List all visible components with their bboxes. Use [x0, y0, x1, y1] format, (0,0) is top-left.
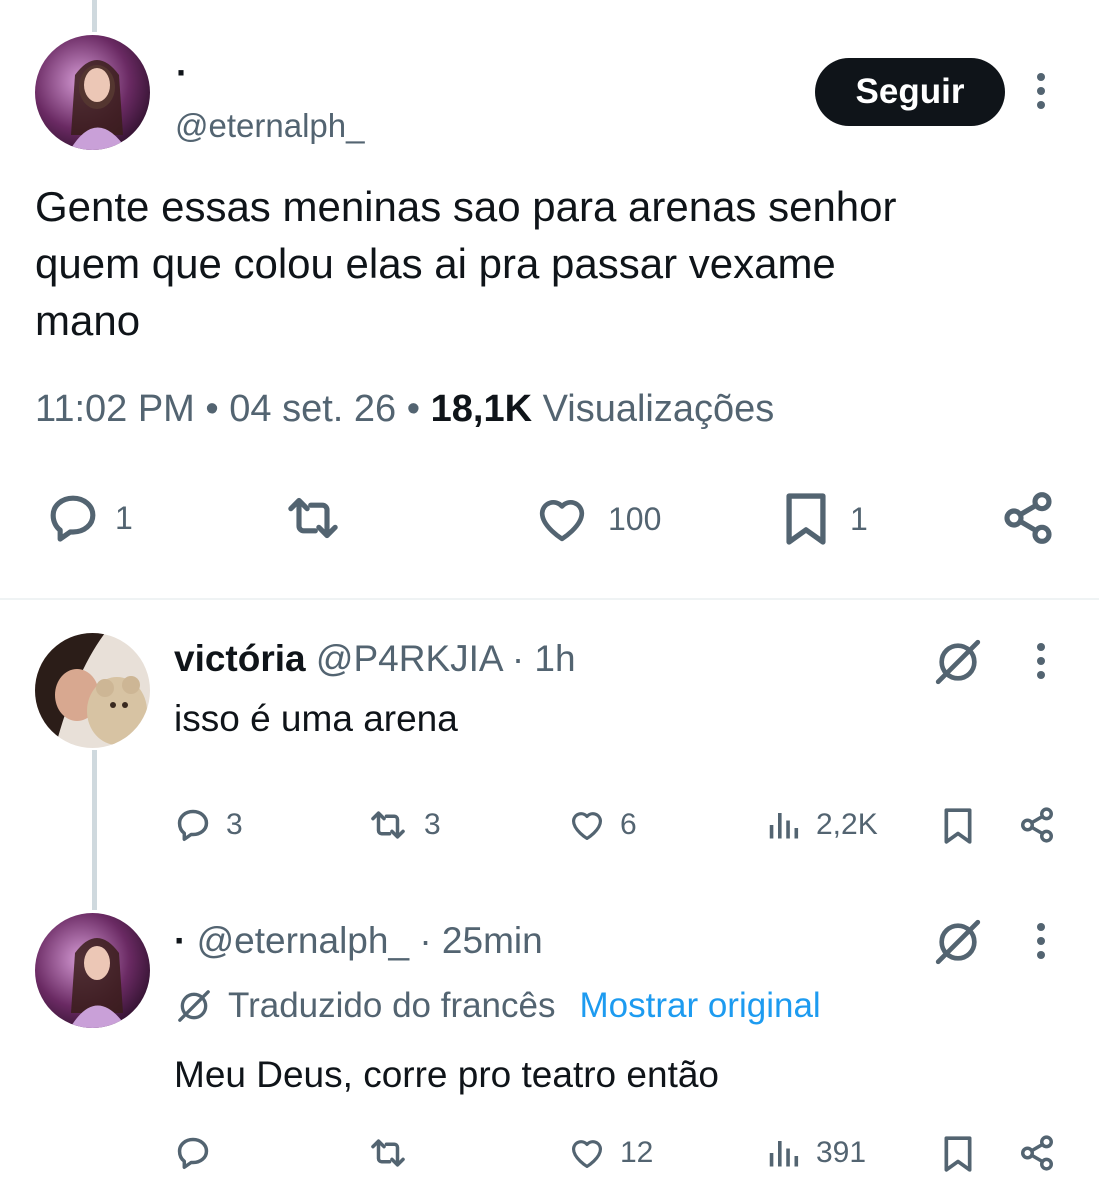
views-button[interactable]: 391 [766, 1134, 866, 1172]
translation-row: Traduzido do francês Mostrar original [174, 986, 821, 1026]
reply-time[interactable]: · 1h [512, 638, 576, 679]
tweet-meta: 11:02 PM • 04 set. 26 • 18,1K Visualizaç… [35, 388, 774, 431]
share-icon [1021, 1135, 1053, 1171]
reply-button[interactable] [174, 1134, 212, 1172]
retweet-icon [371, 811, 405, 839]
retweet-button[interactable] [368, 1134, 408, 1172]
show-original-link[interactable]: Mostrar original [580, 986, 821, 1026]
bookmark-icon [944, 808, 972, 844]
translate-icon [178, 990, 210, 1022]
views-count: 391 [816, 1136, 867, 1169]
views-count: 2,2K [816, 808, 878, 841]
bookmark-button[interactable]: 1 [780, 490, 868, 548]
reply-handle[interactable]: @eternalph_ [197, 920, 409, 961]
tweet-text-line: mano [35, 297, 141, 344]
reply-icon [177, 809, 209, 841]
avatar[interactable] [35, 913, 150, 1028]
reply-icon [177, 1137, 209, 1169]
bookmark-icon [786, 493, 826, 545]
reply-display-name[interactable]: victória [174, 638, 306, 679]
reply-header: victória @P4RKJIA · 1h [174, 638, 576, 680]
reply-time[interactable]: · 25min [419, 920, 542, 961]
retweet-icon [288, 497, 338, 539]
more-icon[interactable] [1031, 922, 1051, 967]
reply-button[interactable]: 1 [45, 490, 133, 546]
reply-display-name[interactable]: · [174, 920, 186, 961]
views-icon [769, 1141, 799, 1167]
reply-button[interactable]: 3 [174, 806, 243, 844]
reply-icon [50, 495, 96, 542]
more-icon[interactable] [1031, 642, 1051, 687]
meta-separator: • [205, 388, 219, 430]
reply-header: · @eternalph_ · 25min [174, 920, 543, 962]
share-button[interactable] [1000, 490, 1056, 546]
like-count: 100 [608, 500, 662, 537]
views-label[interactable]: Visualizações [543, 388, 775, 430]
share-button[interactable] [1018, 1134, 1056, 1172]
reply-count: 3 [226, 808, 243, 841]
views-count: 18,1K [430, 388, 533, 430]
more-icon[interactable] [1031, 72, 1051, 117]
bookmark-button[interactable] [941, 806, 975, 846]
reply-handle[interactable]: @P4RKJIA [316, 638, 502, 679]
tweet-text-line: quem que colou elas ai pra passar vexame [35, 240, 836, 287]
avatar[interactable] [35, 35, 150, 150]
bookmark-button[interactable] [941, 1134, 975, 1174]
tweet-time[interactable]: 11:02 PM [35, 388, 195, 430]
retweet-icon [371, 1139, 405, 1167]
thread-line-reply [92, 750, 97, 910]
grok-icon[interactable] [930, 634, 986, 695]
grok-icon[interactable] [930, 914, 986, 975]
retweet-button[interactable]: 3 [368, 806, 441, 844]
like-icon [571, 1140, 603, 1169]
display-name[interactable]: · [176, 52, 188, 94]
tweet-text: Gente essas meninas sao para arenas senh… [35, 178, 897, 349]
divider [0, 598, 1099, 600]
translated-label: Traduzido do francês [228, 986, 556, 1025]
reply-text: Meu Deus, corre pro teatro então [174, 1054, 720, 1095]
meta-separator: • [406, 388, 421, 430]
reply-text: isso é uma arena [174, 698, 458, 739]
tweet-date[interactable]: 04 set. 26 [229, 388, 396, 430]
like-icon [539, 500, 585, 542]
views-button[interactable]: 2,2K [766, 806, 878, 844]
handle[interactable]: @eternalph_ [175, 107, 364, 145]
avatar[interactable] [35, 633, 150, 748]
views-icon [769, 813, 799, 839]
thread-line-top [92, 0, 97, 32]
like-button[interactable]: 6 [566, 806, 637, 844]
tweet-text-line: Gente essas meninas sao para arenas senh… [35, 183, 897, 230]
share-icon [1021, 807, 1053, 843]
like-button[interactable]: 12 [566, 1134, 653, 1172]
retweet-count: 3 [424, 808, 441, 841]
like-count: 12 [620, 1136, 654, 1169]
retweet-button[interactable] [284, 490, 342, 546]
bookmark-count: 1 [850, 500, 868, 537]
like-icon [571, 812, 603, 841]
reply-count: 1 [115, 499, 133, 536]
follow-button[interactable]: Seguir [815, 58, 1005, 126]
like-count: 6 [620, 808, 637, 841]
share-button[interactable] [1018, 806, 1056, 844]
bookmark-icon [944, 1136, 972, 1172]
share-icon [1004, 492, 1052, 544]
like-button[interactable]: 100 [532, 491, 661, 547]
